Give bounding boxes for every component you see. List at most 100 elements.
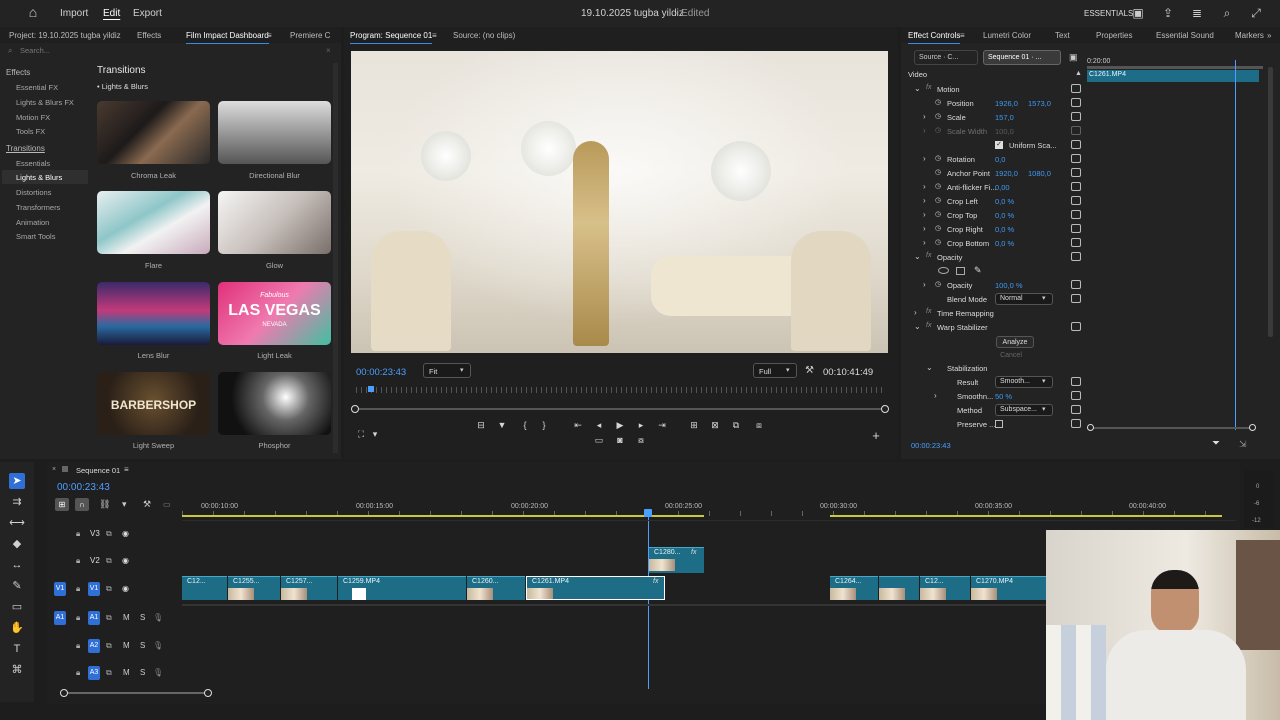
filter-icon[interactable]: ⏷: [1212, 438, 1220, 449]
reset-icon[interactable]: [1071, 294, 1081, 303]
lock-icon[interactable]: 🔒︎: [76, 668, 80, 678]
rotation-value[interactable]: 0,0: [995, 155, 1005, 164]
slip-icon[interactable]: ↔: [9, 557, 25, 573]
sync-icon[interactable]: ⧉: [106, 529, 112, 539]
work-area-bar[interactable]: [830, 515, 1222, 517]
antiflicker-row[interactable]: › ◷ Anti-flicker Fi... 0,00: [901, 180, 1081, 194]
warp-row[interactable]: ⌄ fx Warp Stabilizer: [901, 320, 1081, 334]
position-x[interactable]: 1926,0: [995, 99, 1018, 108]
preserve-row[interactable]: Preserve ...: [901, 417, 1081, 431]
ec-zoom-handle[interactable]: [1249, 424, 1256, 431]
tab-source[interactable]: Source: (no clips): [453, 31, 515, 40]
smoothness-value[interactable]: 50 %: [995, 392, 1012, 401]
v1-clip[interactable]: C12...: [920, 576, 970, 600]
lift-icon[interactable]: ⊞: [688, 420, 700, 431]
solo-button[interactable]: S: [140, 641, 145, 650]
crop-right-row[interactable]: › ◷ Crop Right 0,0 %: [901, 222, 1081, 236]
effects-heading[interactable]: Effects: [6, 68, 30, 77]
lock-icon[interactable]: 🔒︎: [76, 613, 80, 623]
maximize-icon[interactable]: ⤢: [1249, 6, 1263, 20]
crop-left-row[interactable]: › ◷ Crop Left 0,0 %: [901, 194, 1081, 208]
mark-in-icon[interactable]: {: [519, 420, 531, 430]
result-row[interactable]: Result Smooth... ▾: [901, 375, 1081, 389]
reset-icon[interactable]: [1071, 196, 1081, 205]
sequence-selector[interactable]: Sequence 01 · ...: [983, 50, 1061, 65]
smoothness-row[interactable]: › Smoothn... 50 %: [901, 389, 1081, 403]
scrollbar[interactable]: [333, 63, 338, 453]
mini-timeline-bar[interactable]: [1087, 66, 1263, 69]
blend-mode-dropdown[interactable]: Normal ▾: [995, 293, 1053, 305]
crop-top-row[interactable]: › ◷ Crop Top 0,0 %: [901, 208, 1081, 222]
text-edit-icon[interactable]: ⌘: [9, 662, 25, 678]
tab-lumetri-color[interactable]: Lumetri Color: [983, 31, 1031, 40]
blend-mode-row[interactable]: Blend Mode Normal ▾: [901, 292, 1081, 306]
rotation-row[interactable]: › ◷ Rotation 0,0: [901, 152, 1081, 166]
sync-icon[interactable]: ⧉: [106, 556, 112, 566]
result-dropdown[interactable]: Smooth... ▾: [995, 376, 1053, 388]
step-back-icon[interactable]: ◂: [593, 420, 605, 431]
close-tab-icon[interactable]: ×: [52, 466, 56, 473]
playhead-line[interactable]: [648, 517, 649, 689]
source-selector[interactable]: Source · C...: [914, 50, 978, 65]
sync-icon[interactable]: ⧉: [106, 641, 112, 651]
pen-mask-icon[interactable]: ✎: [974, 265, 982, 276]
mini-playhead[interactable]: [368, 386, 374, 392]
mute-button[interactable]: M: [123, 641, 130, 650]
reset-icon[interactable]: [1071, 322, 1081, 331]
crop-right-value[interactable]: 0,0 %: [995, 225, 1014, 234]
clear-search-icon[interactable]: ×: [326, 46, 331, 55]
reset-icon[interactable]: [1071, 238, 1081, 247]
nest-icon[interactable]: ⊞: [55, 498, 69, 511]
quality-dropdown[interactable]: Full ▾: [753, 363, 797, 378]
reset-icon[interactable]: [1071, 154, 1081, 163]
wrench-icon[interactable]: ⚒: [143, 499, 151, 510]
anchor-row[interactable]: ◷ Anchor Point 1920,0 1080,0: [901, 166, 1081, 180]
more-tabs-icon[interactable]: »: [1267, 31, 1271, 40]
method-dropdown[interactable]: Subspace... ▾: [995, 404, 1053, 416]
marker-icon[interactable]: ▼: [496, 420, 508, 430]
zoom-bar[interactable]: [354, 408, 887, 410]
menu-edit[interactable]: Edit: [103, 8, 120, 19]
track-select-icon[interactable]: ⇉: [9, 494, 25, 510]
track-v3-label[interactable]: V3: [90, 529, 100, 538]
wrench-icon[interactable]: ⚒: [805, 365, 814, 376]
mic-icon[interactable]: 🎙︎: [153, 613, 163, 622]
sidebar-item-distortions[interactable]: Distortions: [16, 188, 51, 197]
eye-icon[interactable]: ◉: [122, 529, 129, 538]
eye-icon[interactable]: ◉: [122, 584, 129, 593]
thumb-light-leak[interactable]: Fabulous LAS VEGAS NEVADA: [218, 282, 331, 345]
multicam-icon[interactable]: ⧇: [635, 435, 647, 446]
add-marker-icon[interactable]: ▾: [122, 499, 127, 510]
v1-clip[interactable]: C1255...: [228, 576, 280, 600]
solo-button[interactable]: S: [140, 668, 145, 677]
zoom-handle-left[interactable]: [351, 405, 359, 413]
track-v1-label[interactable]: V1: [88, 582, 100, 596]
menu-import[interactable]: Import: [60, 8, 88, 19]
thumb-chroma-leak[interactable]: [97, 101, 210, 164]
reset-icon[interactable]: [1071, 112, 1081, 121]
scale-row[interactable]: › ◷ Scale 157,0: [901, 110, 1081, 124]
project-tab[interactable]: Project: 19.10.2025 tugba yildiz: [9, 31, 121, 40]
method-row[interactable]: Method Subspace... ▾: [901, 403, 1081, 417]
v1-clip[interactable]: C1257...: [281, 576, 337, 600]
list-icon[interactable]: ≣: [1190, 6, 1204, 20]
toggle-timeline-icon[interactable]: ▣: [1069, 52, 1078, 63]
thumb-phosphor[interactable]: [218, 372, 331, 435]
time-remap-row[interactable]: › fx Time Remapping: [901, 306, 1081, 320]
sync-icon[interactable]: ⧉: [106, 584, 112, 594]
reset-icon[interactable]: [1071, 210, 1081, 219]
workspace-label[interactable]: ESSENTIALS: [1084, 9, 1133, 18]
ellipse-mask-icon[interactable]: [938, 267, 949, 274]
video-frame[interactable]: [351, 51, 888, 353]
reset-icon[interactable]: [1071, 182, 1081, 191]
thumb-directional-blur[interactable]: [218, 101, 331, 164]
fit-dropdown[interactable]: Fit ▾: [423, 363, 471, 378]
insert-icon[interactable]: ⊟: [475, 420, 487, 431]
analyze-button[interactable]: Analyze: [996, 336, 1034, 348]
sidebar-item-motion-fx[interactable]: Motion FX: [16, 113, 50, 122]
snap-icon[interactable]: ∩: [75, 498, 89, 511]
mute-button[interactable]: M: [123, 668, 130, 677]
crop-left-value[interactable]: 0,0 %: [995, 197, 1014, 206]
reset-icon[interactable]: [1071, 405, 1081, 414]
ec-playhead[interactable]: [1235, 60, 1236, 430]
